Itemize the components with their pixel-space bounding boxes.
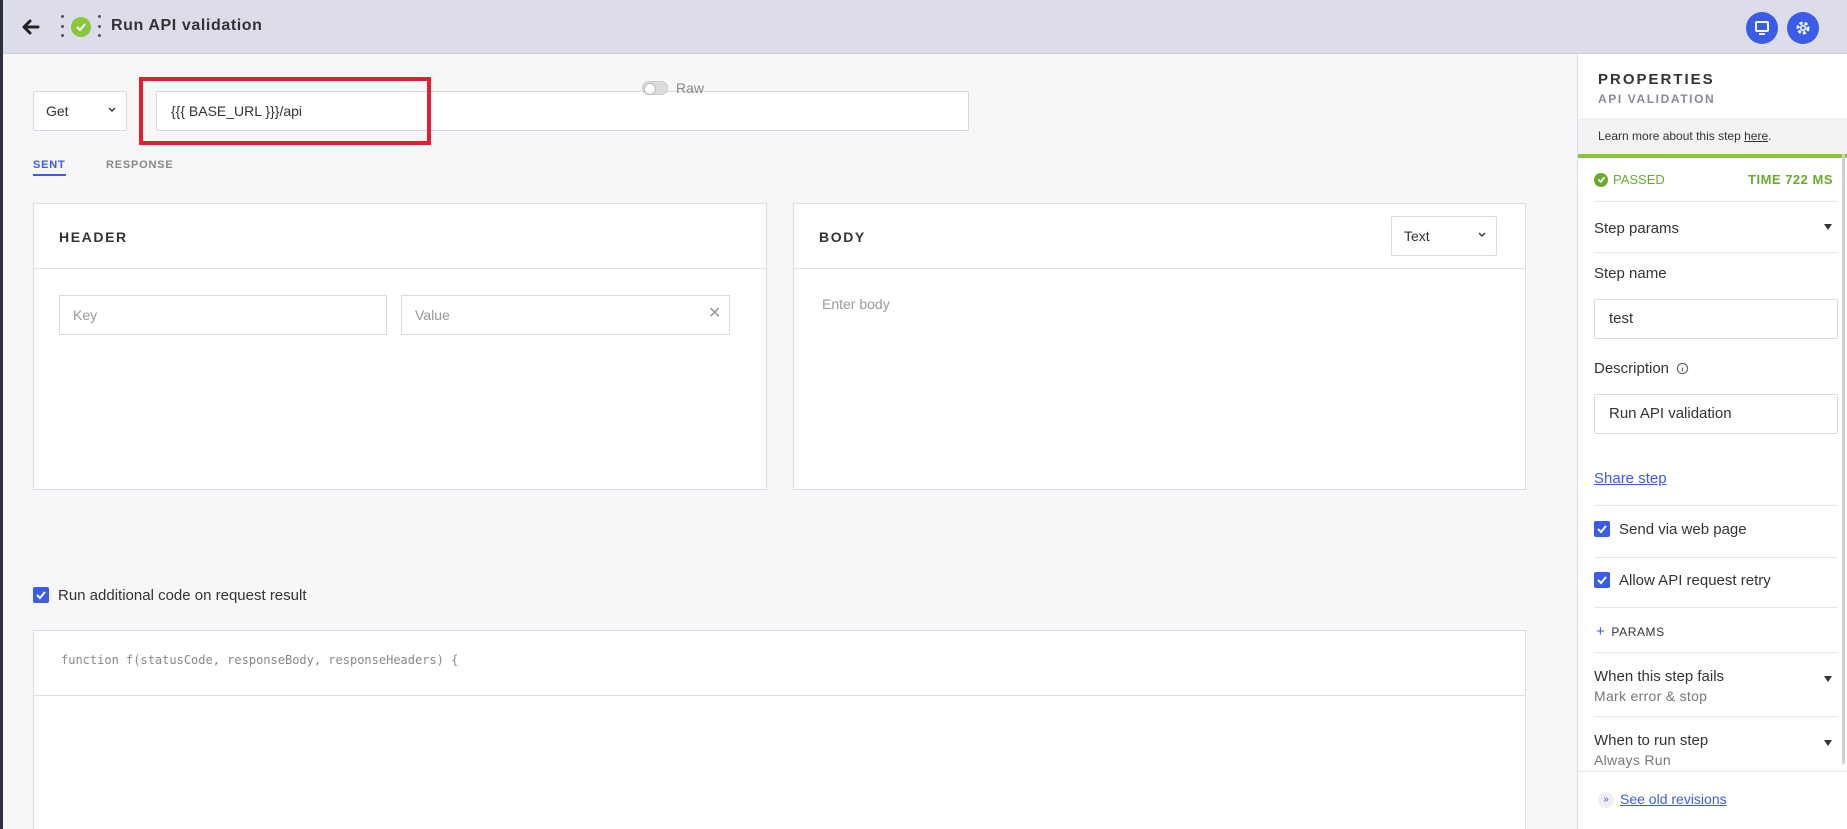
chevron-down-icon: [1478, 232, 1486, 237]
raw-toggle[interactable]: [642, 81, 668, 95]
page-title: Run API validation: [111, 17, 263, 34]
passed-check-icon: [1594, 172, 1608, 187]
revisions-icon: »: [1598, 792, 1614, 808]
check-icon: [1597, 525, 1607, 534]
header-key-input[interactable]: Key: [59, 295, 387, 335]
url-input[interactable]: {{{ BASE_URL }}}/api: [156, 91, 969, 131]
divider: [1594, 557, 1838, 558]
run-time: TIME 722 MS: [1748, 172, 1833, 187]
when-run-value: Always Run: [1594, 752, 1671, 768]
when-fails-value: Mark error & stop: [1594, 688, 1708, 704]
header-panel-head: HEADER: [34, 204, 766, 269]
description-label: Description: [1594, 360, 1670, 377]
check-icon: [1597, 576, 1607, 585]
params-label: PARAMS: [1611, 625, 1665, 639]
header-title: HEADER: [59, 229, 128, 245]
method-select[interactable]: Get: [33, 91, 127, 131]
step-name-input[interactable]: test: [1594, 299, 1838, 339]
gear-icon: [1796, 21, 1810, 35]
properties-subtitle: API VALIDATION: [1598, 92, 1716, 106]
status-check-icon: [71, 17, 91, 37]
scrollbar[interactable]: [1842, 154, 1845, 764]
learn-more-text: Learn more about this step: [1598, 129, 1745, 143]
divider: [1578, 771, 1847, 772]
check-icon: [36, 591, 46, 600]
step-name-label: Step name: [1594, 265, 1667, 282]
tab-sent[interactable]: SENT: [33, 159, 66, 176]
additional-code-label: Run additional code on request result: [58, 587, 307, 604]
description-label-row: Description: [1594, 360, 1838, 377]
old-revisions-link[interactable]: See old revisions: [1620, 791, 1727, 807]
caret-down-icon: [1824, 676, 1832, 682]
method-value: Get: [46, 103, 69, 119]
properties-panel: PROPERTIES API VALIDATION Learn more abo…: [1577, 54, 1847, 829]
back-arrow-icon[interactable]: [17, 14, 43, 40]
send-via-web-checkbox[interactable]: [1594, 521, 1610, 537]
monitor-button[interactable]: [1746, 12, 1778, 44]
step-params-label: Step params: [1594, 220, 1680, 237]
when-run-label: When to run step: [1594, 732, 1709, 749]
when-run-toggle[interactable]: When to run step: [1594, 732, 1838, 749]
additional-code-checkbox[interactable]: [33, 587, 49, 603]
status-bar: [1578, 154, 1847, 158]
settings-button[interactable]: [1787, 12, 1819, 44]
divider: [1594, 201, 1838, 202]
learn-more-link[interactable]: here: [1744, 129, 1768, 143]
add-params-button[interactable]: + PARAMS: [1594, 623, 1838, 640]
when-fails-toggle[interactable]: When this step fails: [1594, 668, 1838, 685]
header-value-input[interactable]: Value: [401, 295, 730, 335]
caret-down-icon: [1824, 740, 1832, 746]
share-step-link[interactable]: Share step: [1594, 470, 1667, 487]
body-title: BODY: [819, 229, 866, 245]
status-text: PASSED: [1613, 172, 1665, 187]
status-passed: PASSED: [1594, 172, 1665, 187]
monitor-icon: [1755, 21, 1769, 35]
tab-response[interactable]: RESPONSE: [106, 159, 174, 171]
plus-icon: +: [1596, 623, 1606, 640]
top-bar: Run API validation: [3, 0, 1847, 54]
info-icon[interactable]: [1676, 362, 1689, 375]
url-value: {{{ BASE_URL }}}/api: [171, 103, 303, 119]
properties-title: PROPERTIES: [1598, 71, 1715, 88]
divider: [1594, 607, 1838, 608]
send-via-web-label: Send via web page: [1619, 521, 1747, 538]
main-area: Get {{{ BASE_URL }}}/api SENT RESPONSE H…: [3, 55, 1577, 829]
more-options-icon[interactable]: [96, 15, 102, 37]
step-params-toggle[interactable]: Step params: [1594, 220, 1838, 237]
body-input[interactable]: Enter body: [822, 296, 890, 312]
chevron-down-icon: [108, 107, 116, 112]
body-format-value: Text: [1404, 228, 1430, 244]
divider: [1594, 716, 1838, 717]
allow-retry-checkbox[interactable]: [1594, 572, 1610, 588]
remove-header-icon[interactable]: ✕: [708, 303, 721, 323]
divider: [1594, 505, 1838, 506]
header-panel: HEADER: [33, 203, 767, 490]
learn-more-suffix: .: [1768, 129, 1772, 143]
learn-more-bar: Learn more about this step here.: [1578, 118, 1847, 154]
when-fails-label: When this step fails: [1594, 668, 1725, 685]
divider: [1594, 252, 1838, 253]
body-format-select[interactable]: Text: [1391, 216, 1497, 256]
code-signature: function f(statusCode, responseBody, res…: [61, 653, 459, 667]
allow-retry-label: Allow API request retry: [1619, 572, 1771, 589]
raw-label: Raw: [676, 80, 705, 96]
divider: [1594, 652, 1838, 653]
drag-handle-icon[interactable]: [59, 15, 65, 37]
description-input[interactable]: Run API validation: [1594, 394, 1838, 434]
caret-down-icon: [1824, 224, 1832, 230]
